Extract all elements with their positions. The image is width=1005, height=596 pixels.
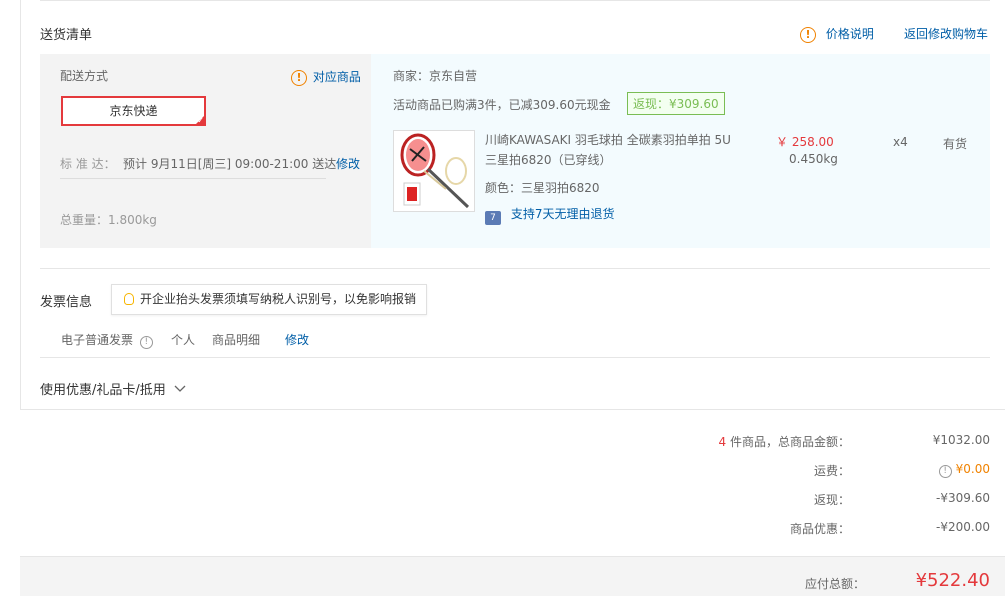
check-icon: ✓ [197, 116, 204, 125]
freight-info-icon[interactable]: ! [938, 465, 952, 478]
promo-text: 活动商品已购满3件，已减309.60元现金 [393, 98, 611, 112]
related-goods-label: 对应商品 [312, 70, 361, 84]
return-policy-label: 支持7天无理由退货 [510, 207, 615, 221]
chevron-down-icon [174, 385, 186, 392]
express-label: 京东快递 [109, 104, 158, 118]
invoice-type-label: 电子普通发票 [61, 333, 134, 347]
invoice-help-icon[interactable]: ! [139, 336, 153, 349]
product-weight: 0.450kg [789, 152, 838, 166]
freight-value: ¥0.00 [955, 462, 990, 476]
price-info-link[interactable]: ! 价格说明 [800, 25, 874, 43]
summary-goods-value: ¥1032.00 [932, 433, 990, 447]
product-panel: 商家：京东自营 活动商品已购满3件，已减309.60元现金 返现：¥309.60… [371, 54, 990, 248]
product-price: ￥ 258.00 [776, 135, 834, 149]
back-to-cart-link[interactable]: 返回修改购物车 [904, 25, 988, 42]
stock-status: 有货 [943, 137, 968, 151]
modify-delivery-link[interactable]: 修改 [336, 155, 360, 172]
payable-total-bar: 应付总额： ¥522.40 [20, 556, 1005, 596]
standard-delivery-time: 预计 9月11日[周三] 09:00-21:00 送达 [123, 157, 337, 171]
standard-delivery-label: 标 准 达： [60, 157, 116, 171]
invoice-content: 商品明细 [212, 333, 261, 347]
summary-goods-label: 4 件商品，总商品金额： [719, 433, 850, 450]
invoice-type: 电子普通发票 ! [61, 331, 153, 349]
return-policy: 7 支持7天无理由退货 [485, 205, 614, 225]
product-color: 颜色：三星羽拍6820 [485, 181, 600, 195]
section-divider [40, 357, 990, 358]
coupon-toggle[interactable]: 使用优惠/礼品卡/抵用 [40, 379, 186, 398]
summary-discount-label: 商品优惠： [789, 522, 850, 536]
product-thumbnail[interactable] [393, 130, 475, 212]
invoice-tip: 开企业抬头发票须填写纳税人识别号，以免影响报销 [111, 284, 427, 315]
info-icon: ! [800, 27, 816, 43]
summary-freight-label: 运费： [813, 464, 850, 478]
rebate-tag: 返现：¥309.60 [627, 92, 725, 115]
payable-label: 应付总额： [804, 577, 865, 591]
modify-invoice-link[interactable]: 修改 [285, 331, 309, 348]
invoice-owner: 个人 [171, 333, 196, 347]
shipping-method-panel: 配送方式 ! 对应商品 京东快递 ✓ 标 准 达： 预计 9月11日[周三] 0… [40, 54, 371, 248]
payable-value: ¥522.40 [915, 570, 990, 591]
summary-freight-value: ! ¥0.00 [938, 462, 990, 478]
section-divider [40, 268, 990, 269]
badminton-racket-image [400, 133, 470, 209]
related-goods-link[interactable]: ! 对应商品 [291, 68, 361, 86]
lightbulb-icon [124, 293, 134, 305]
goods-label-text: 件商品，总商品金额： [729, 435, 850, 449]
summary-discount-value: -¥200.00 [936, 520, 990, 534]
goods-count: 4 [718, 435, 727, 449]
summary-rebate-label: 返现： [813, 493, 850, 507]
total-weight: 总重量：1.800kg [60, 213, 157, 227]
shipping-method-label: 配送方式 [60, 69, 109, 83]
delivery-list-title: 送货清单 [40, 28, 93, 43]
summary-goods-row: 4 件商品，总商品金额： ¥1032.00 [590, 433, 990, 453]
invoice-tip-text: 开企业抬头发票须填写纳税人识别号，以免影响报销 [140, 292, 417, 306]
coupon-label: 使用优惠/礼品卡/抵用 [40, 383, 166, 398]
summary-rebate-row: 返现： -¥309.60 [590, 491, 990, 511]
info-icon: ! [291, 70, 307, 86]
jd-express-option[interactable]: 京东快递 ✓ [61, 96, 206, 126]
summary-rebate-value: -¥309.60 [936, 491, 990, 505]
summary-discount-row: 商品优惠： -¥200.00 [590, 520, 990, 540]
seller-label: 商家：京东自营 [393, 69, 478, 83]
product-title[interactable]: 川崎KAWASAKI 羽毛球拍 全碳素羽拍单拍 5U 三星拍6820（已穿线） [485, 130, 745, 170]
top-divider [40, 0, 990, 1]
return-policy-icon: 7 [485, 211, 501, 225]
price-info-label: 价格说明 [825, 27, 874, 41]
product-title-line2: 三星拍6820（已穿线） [485, 153, 612, 167]
invoice-title: 发票信息 [40, 295, 93, 310]
product-title-line1: 川崎KAWASAKI 羽毛球拍 全碳素羽拍单拍 5U [485, 133, 731, 147]
product-quantity: x4 [893, 135, 908, 149]
shipping-divider [60, 178, 326, 179]
summary-freight-row: 运费： ! ¥0.00 [590, 462, 990, 482]
